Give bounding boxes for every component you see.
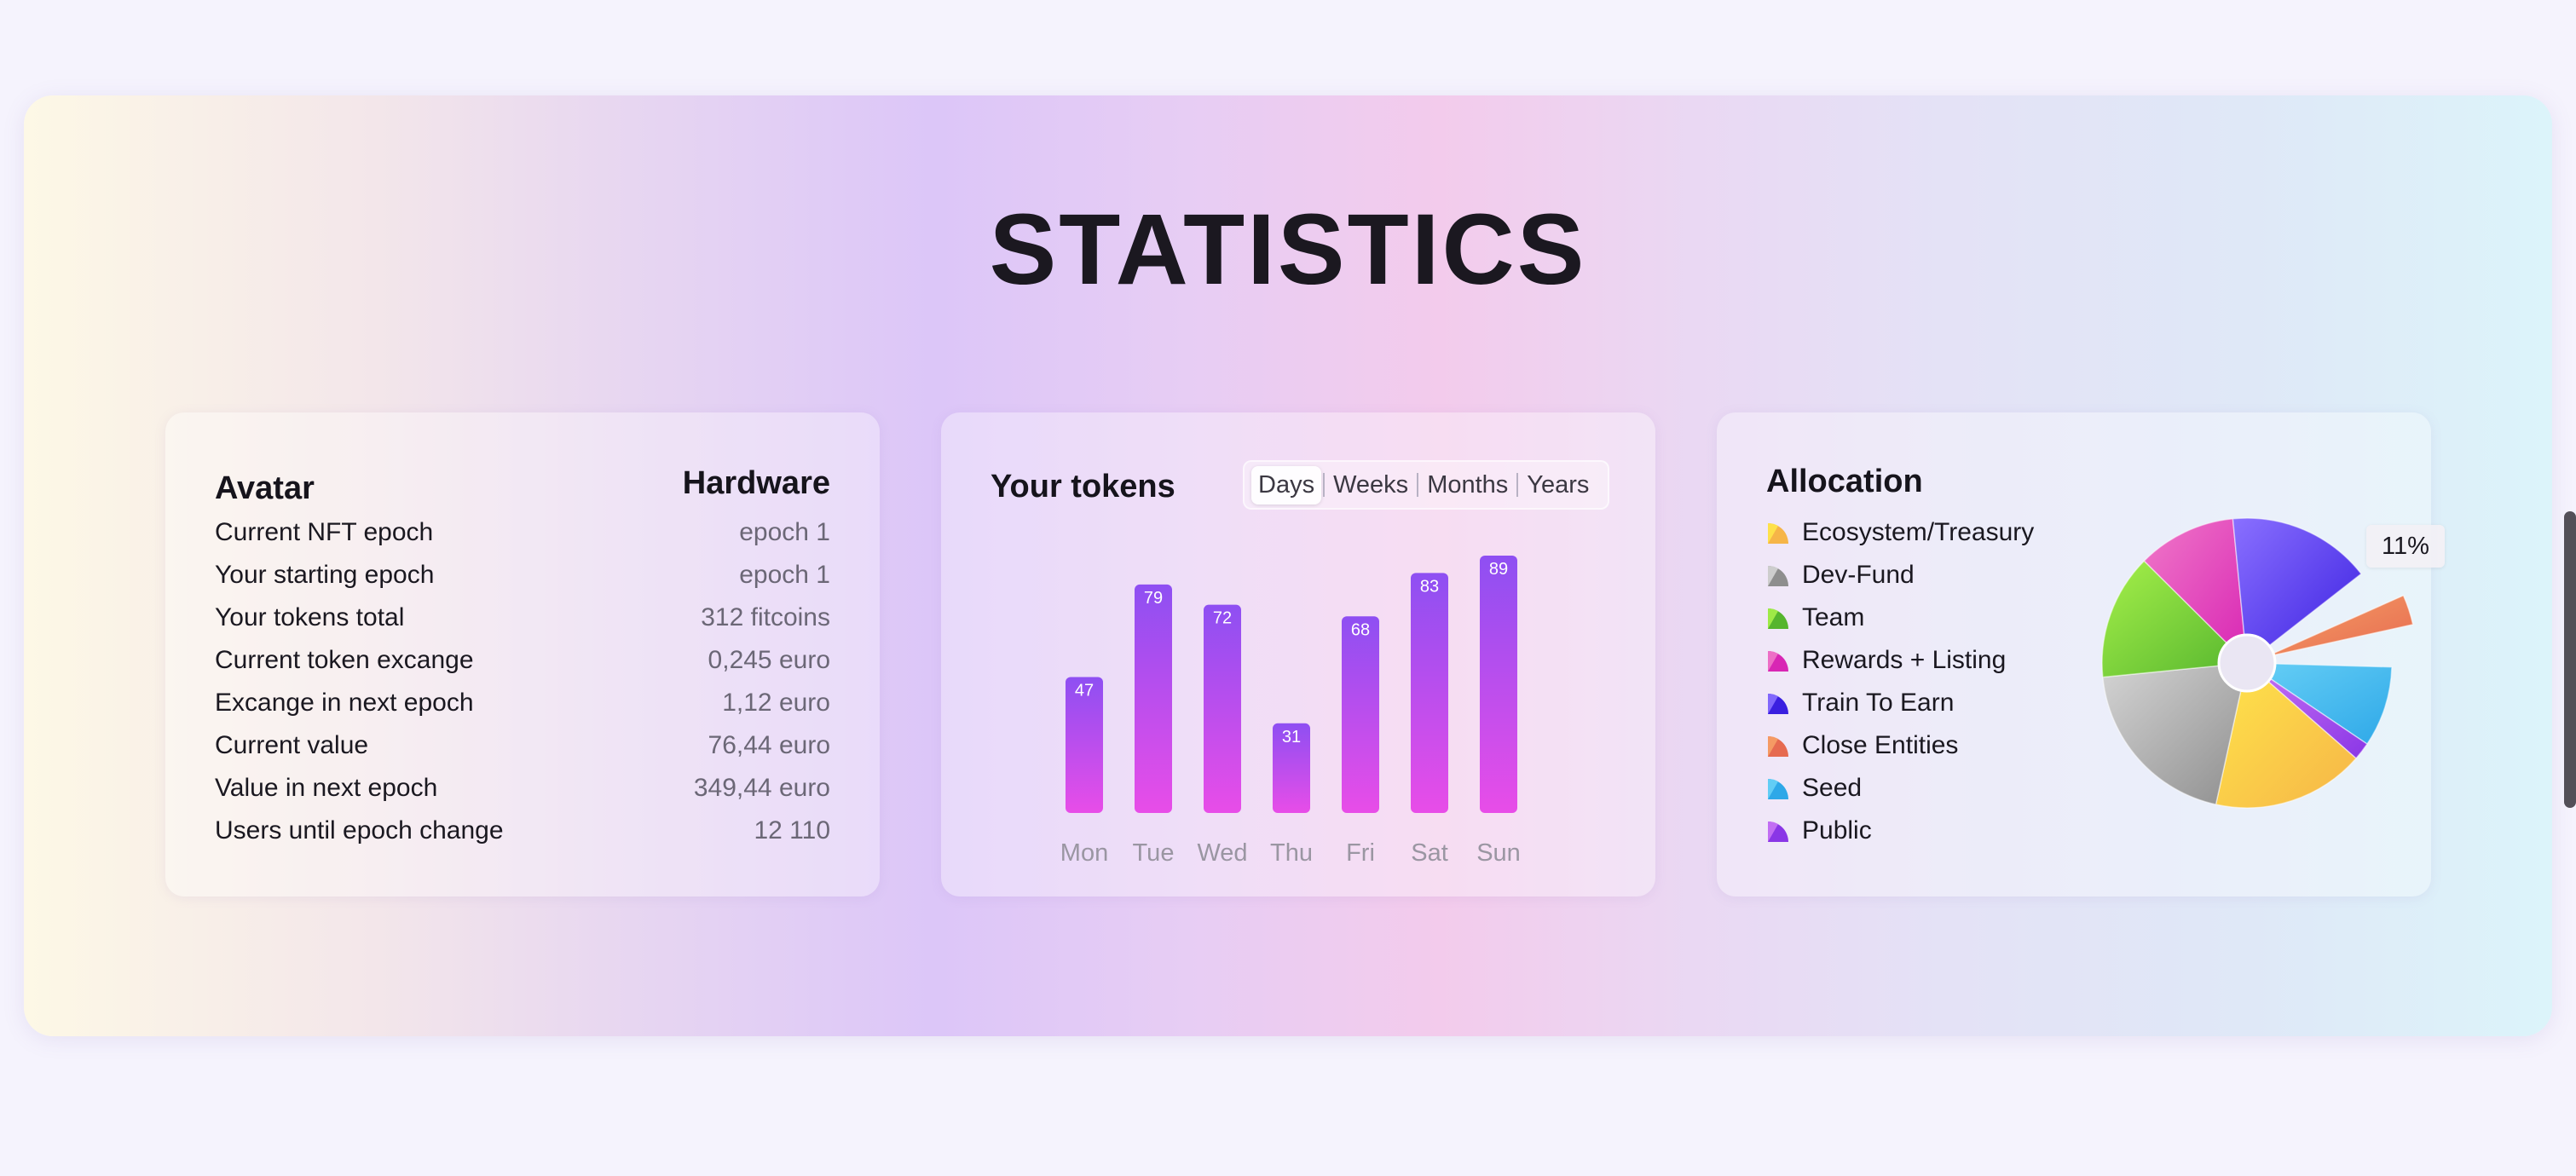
stat-row: Your starting epoch epoch 1 <box>215 554 830 597</box>
statistics-section: STATISTICS Avatar Hardware Current NFT e… <box>24 95 2552 1036</box>
x-tick-label: Fri <box>1346 839 1375 867</box>
page-title: STATISTICS <box>989 193 1587 306</box>
stat-row: Current value 76,44 euro <box>215 724 830 767</box>
stat-value: 12 110 <box>754 816 830 845</box>
x-tick-label: Mon <box>1060 839 1108 867</box>
bar-value-label: 89 <box>1489 560 1508 579</box>
tokens-card: Your tokens Days Weeks Months Years 47 Mon 79… <box>941 412 1655 896</box>
stat-value: 312 fitcoins <box>701 603 830 631</box>
pie-center-hole <box>2217 633 2277 693</box>
stat-value: 1,12 euro <box>722 689 830 717</box>
stat-row: Current token excange 0,245 euro <box>215 639 830 682</box>
allocation-card: Allocation Ecosystem/Treasury Dev-Fund Tea… <box>1717 412 2445 896</box>
avatar-heading: Avatar <box>215 470 315 506</box>
bar-fri[interactable] <box>1342 616 1379 813</box>
stat-label: Users until epoch change <box>215 816 504 845</box>
stat-value: 76,44 euro <box>708 731 830 759</box>
scrollbar-thumb[interactable] <box>2564 511 2576 808</box>
stat-row: Your tokens total 312 fitcoins <box>215 597 830 639</box>
stat-value: 0,245 euro <box>708 646 830 674</box>
x-tick-label: Sat <box>1411 839 1448 867</box>
stat-label: Value in next epoch <box>215 774 438 802</box>
bar-value-label: 79 <box>1144 589 1163 608</box>
avatar-stats-card: Avatar Hardware Current NFT epoch epoch 1… <box>165 412 880 896</box>
stat-label: Current token excange <box>215 646 474 674</box>
tokens-bar-chart: 47 Mon 79 Tue 72 Wed 31 Thu 68 Fri 83 Sat 89 Sun <box>1060 556 1521 867</box>
avatar-card-header: Avatar Hardware <box>215 465 830 508</box>
stat-list: Current NFT epoch epoch 1 Your starting ep… <box>215 511 830 852</box>
x-tick-label: Tue <box>1133 839 1175 867</box>
stat-value: epoch 1 <box>739 518 830 546</box>
stat-value: epoch 1 <box>739 561 830 589</box>
bar-value-label: 83 <box>1420 577 1439 596</box>
stat-row: Current NFT epoch epoch 1 <box>215 511 830 554</box>
stat-value: 349,44 euro <box>693 774 830 802</box>
x-tick-label: Thu <box>1270 839 1313 867</box>
stat-label: Excange in next epoch <box>215 689 474 717</box>
stat-label: Current value <box>215 731 369 759</box>
stat-label: Your starting epoch <box>215 561 435 589</box>
x-tick-label: Sun <box>1476 839 1521 867</box>
bar-tue[interactable] <box>1135 584 1172 813</box>
hardware-heading: Hardware <box>682 465 830 501</box>
x-tick-label: Wed <box>1197 839 1247 867</box>
stat-label: Current NFT epoch <box>215 518 434 546</box>
allocation-pie-chart <box>2101 517 2414 809</box>
bar-wed[interactable] <box>1204 604 1241 813</box>
stat-label: Your tokens total <box>215 603 405 631</box>
bar-value-label: 31 <box>1282 728 1301 747</box>
bar-sun[interactable] <box>1480 556 1517 813</box>
bar-value-label: 68 <box>1351 620 1370 639</box>
bar-value-label: 47 <box>1075 682 1094 700</box>
bar-sat[interactable] <box>1411 573 1448 813</box>
stat-row: Excange in next epoch 1,12 euro <box>215 682 830 724</box>
bar-value-label: 72 <box>1213 609 1232 628</box>
stat-row: Value in next epoch 349,44 euro <box>215 767 830 810</box>
pie-highlight-label: 11% <box>2366 525 2445 568</box>
stat-row: Users until epoch change 12 110 <box>215 810 830 852</box>
